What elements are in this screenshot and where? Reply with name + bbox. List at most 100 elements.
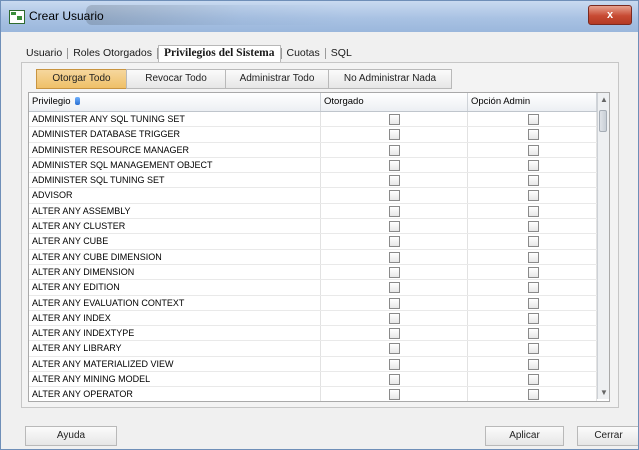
privilege-name: ADVISOR	[29, 188, 321, 203]
close-button[interactable]: Cerrar	[577, 426, 638, 446]
admin-option-checkbox[interactable]	[528, 328, 539, 340]
column-header-granted[interactable]: Otorgado	[321, 93, 468, 111]
table-row[interactable]: ALTER ANY MATERIALIZED VIEW	[29, 356, 597, 373]
privilege-name: ADMINISTER ANY SQL TUNING SET	[29, 112, 321, 127]
apply-button[interactable]: Aplicar	[485, 426, 564, 446]
table-row[interactable]: ALTER ANY INDEXTYPE	[29, 326, 597, 342]
admin-option-checkbox[interactable]	[528, 114, 539, 125]
granted-checkbox[interactable]	[389, 297, 400, 309]
vertical-scrollbar[interactable]: ▲ ▼	[597, 93, 609, 399]
privilege-toolbar: Otorgar Todo Revocar Todo Administrar To…	[36, 69, 452, 89]
table-row[interactable]: ADMINISTER RESOURCE MANAGER	[29, 142, 597, 158]
admin-option-checkbox[interactable]	[528, 312, 539, 324]
granted-checkbox[interactable]	[389, 159, 400, 171]
table-row[interactable]: ALTER ANY ASSEMBLY	[29, 203, 597, 220]
granted-checkbox[interactable]	[389, 374, 400, 386]
admin-option-checkbox[interactable]	[528, 129, 539, 141]
scroll-down-arrow-icon[interactable]: ▼	[600, 389, 608, 397]
granted-checkbox[interactable]	[389, 358, 400, 370]
privilege-name: ALTER ANY ASSEMBLY	[29, 203, 321, 219]
table-row[interactable]: ALTER ANY EVALUATION CONTEXT	[29, 295, 597, 311]
granted-checkbox[interactable]	[389, 144, 400, 156]
granted-cell	[321, 234, 468, 249]
granted-checkbox[interactable]	[389, 114, 400, 125]
table-row[interactable]: ADVISOR	[29, 188, 597, 204]
help-button[interactable]: Ayuda	[25, 426, 117, 446]
tab-cuotas[interactable]: Cuotas	[282, 45, 325, 61]
granted-checkbox[interactable]	[389, 251, 400, 263]
granted-checkbox[interactable]	[389, 328, 400, 340]
column-header-privilege[interactable]: Privilegio	[29, 93, 321, 111]
granted-cell	[321, 249, 468, 264]
table-row[interactable]: ALTER ANY CUBE	[29, 234, 597, 250]
granted-cell	[321, 127, 468, 142]
granted-cell	[321, 326, 468, 341]
admin-option-cell	[468, 326, 597, 341]
granted-cell	[321, 157, 468, 173]
table-row[interactable]: ALTER ANY DIMENSION	[29, 264, 597, 281]
granted-checkbox[interactable]	[389, 205, 400, 217]
admin-option-cell	[468, 188, 597, 203]
granted-checkbox[interactable]	[389, 236, 400, 248]
granted-checkbox[interactable]	[389, 221, 400, 233]
table-row[interactable]: ADMINISTER SQL TUNING SET	[29, 173, 597, 189]
column-header-label: Privilegio	[32, 96, 71, 107]
granted-checkbox[interactable]	[389, 389, 400, 401]
admin-option-checkbox[interactable]	[528, 389, 539, 401]
table-row[interactable]: ALTER ANY CLUSTER	[29, 219, 597, 235]
admin-option-cell	[468, 142, 597, 157]
admin-option-checkbox[interactable]	[528, 236, 539, 248]
admin-option-checkbox[interactable]	[528, 374, 539, 386]
granted-checkbox[interactable]	[389, 343, 400, 355]
table-row[interactable]: ALTER ANY CUBE DIMENSION	[29, 249, 597, 265]
table-row[interactable]: ALTER ANY INDEX	[29, 310, 597, 327]
table-body: ADMINISTER ANY SQL TUNING SET ADMINISTER …	[29, 112, 597, 401]
table-row[interactable]: ADMINISTER ANY SQL TUNING SET	[29, 112, 597, 128]
close-window-button[interactable]: x	[588, 5, 632, 25]
table-row[interactable]: ALTER ANY LIBRARY	[29, 341, 597, 357]
granted-checkbox[interactable]	[389, 175, 400, 187]
revoke-all-button[interactable]: Revocar Todo	[126, 69, 226, 89]
admin-option-checkbox[interactable]	[528, 251, 539, 263]
privileges-table: Privilegio Otorgado Opción Admin ADMINIS…	[28, 92, 610, 402]
granted-checkbox[interactable]	[389, 282, 400, 294]
scroll-thumb[interactable]	[599, 110, 607, 132]
column-header-admin-option[interactable]: Opción Admin	[468, 93, 597, 111]
granted-checkbox[interactable]	[389, 129, 400, 141]
admin-option-cell	[468, 295, 597, 310]
admin-option-cell	[468, 234, 597, 249]
granted-checkbox[interactable]	[389, 266, 400, 278]
tab-privilegios-sistema[interactable]: Privilegios del Sistema	[157, 44, 281, 62]
tab-sql[interactable]: SQL	[326, 45, 357, 61]
admin-option-checkbox[interactable]	[528, 205, 539, 217]
grant-all-button[interactable]: Otorgar Todo	[36, 69, 127, 89]
admin-option-checkbox[interactable]	[528, 221, 539, 233]
admin-option-checkbox[interactable]	[528, 190, 539, 202]
table-row[interactable]: ADMINISTER SQL MANAGEMENT OBJECT	[29, 157, 597, 174]
scroll-up-arrow-icon[interactable]: ▲	[600, 96, 608, 104]
admin-option-checkbox[interactable]	[528, 282, 539, 294]
tab-roles-otorgados[interactable]: Roles Otorgados	[68, 45, 157, 61]
granted-checkbox[interactable]	[389, 190, 400, 202]
granted-checkbox[interactable]	[389, 312, 400, 324]
granted-cell	[321, 188, 468, 203]
tab-usuario[interactable]: Usuario	[21, 45, 67, 61]
granted-cell	[321, 295, 468, 310]
admin-option-checkbox[interactable]	[528, 175, 539, 187]
admin-option-cell	[468, 341, 597, 356]
admin-option-checkbox[interactable]	[528, 358, 539, 370]
admin-option-checkbox[interactable]	[528, 343, 539, 355]
admin-option-checkbox[interactable]	[528, 297, 539, 309]
table-row[interactable]: ALTER ANY OPERATOR	[29, 387, 597, 401]
admin-option-checkbox[interactable]	[528, 266, 539, 278]
privilege-name: ALTER ANY CUBE	[29, 234, 321, 249]
privilege-name: ADMINISTER SQL TUNING SET	[29, 173, 321, 188]
admin-option-checkbox[interactable]	[528, 144, 539, 156]
admin-option-checkbox[interactable]	[528, 159, 539, 171]
table-row[interactable]: ALTER ANY EDITION	[29, 280, 597, 296]
admin-all-button[interactable]: Administrar Todo	[225, 69, 329, 89]
admin-option-cell	[468, 310, 597, 326]
admin-none-button[interactable]: No Administrar Nada	[328, 69, 452, 89]
table-row[interactable]: ADMINISTER DATABASE TRIGGER	[29, 127, 597, 143]
table-row[interactable]: ALTER ANY MINING MODEL	[29, 372, 597, 388]
